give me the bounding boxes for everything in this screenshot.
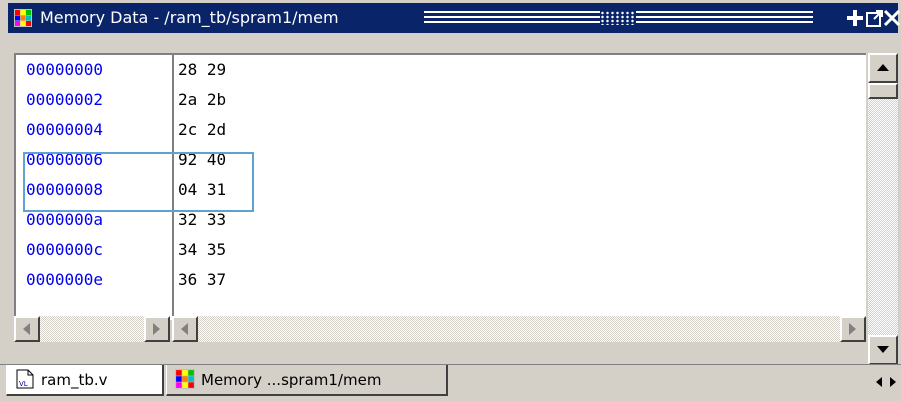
arrow-right-icon [153, 323, 160, 335]
value-column: 28 29 2a 2b 2c 2d 92 40 04 31 32 33 34 35 36 37 [174, 55, 866, 320]
tab-ram-tb[interactable]: VL ram_tb.v [6, 365, 164, 396]
memory-grid-icon [14, 9, 32, 27]
memory-data-window: Memory Data - /ram_tb/spram1/mem 0000000… [0, 0, 901, 401]
memory-value[interactable]: 04 31 [174, 175, 866, 205]
scroll-down-button[interactable] [868, 335, 898, 365]
scroll-up-button[interactable] [868, 53, 898, 83]
arrow-down-icon [877, 346, 889, 353]
arrow-right-icon [849, 323, 856, 335]
tab-scroll-right-button[interactable] [886, 371, 900, 393]
memory-grid-icon [175, 369, 195, 389]
memory-value[interactable]: 36 37 [174, 265, 866, 295]
arrow-right-icon [890, 377, 896, 387]
memory-value[interactable]: 2c 2d [174, 115, 866, 145]
values-horizontal-scrollbar[interactable] [172, 316, 866, 342]
memory-address: 0000000c [26, 240, 104, 259]
arrow-left-icon [876, 377, 882, 387]
verilog-file-icon: VL [15, 369, 35, 389]
tab-label: ram_tb.v [41, 371, 108, 389]
memory-value[interactable]: 92 40 [174, 145, 866, 175]
memory-value[interactable]: 32 33 [174, 205, 866, 235]
address-horizontal-scrollbar[interactable] [14, 316, 170, 342]
arrow-up-icon [877, 64, 889, 71]
memory-address: 00000004 [26, 120, 104, 139]
scroll-left-button[interactable] [14, 316, 40, 342]
memory-value[interactable]: 28 29 [174, 55, 866, 85]
tab-label: Memory ...spram1/mem [201, 371, 382, 389]
memory-value[interactable]: 34 35 [174, 235, 866, 265]
memory-address: 0000000e [26, 270, 104, 289]
title-grip [424, 11, 600, 25]
tab-bar: VL ram_tb.v Memory ...spram1/mem [0, 364, 901, 401]
vertical-scroll-thumb[interactable] [868, 83, 898, 99]
title-grip [636, 11, 813, 25]
horizontal-scrollbars [14, 316, 866, 342]
arrow-left-icon [23, 323, 30, 335]
window-title: Memory Data - /ram_tb/spram1/mem [40, 8, 339, 27]
memory-address: 00000002 [26, 90, 104, 109]
memory-value[interactable]: 2a 2b [174, 85, 866, 115]
title-bar[interactable]: Memory Data - /ram_tb/spram1/mem [8, 3, 901, 33]
title-grip-handle [600, 11, 636, 25]
arrow-left-icon [181, 323, 188, 335]
tab-scroll-left-button[interactable] [872, 371, 886, 393]
svg-text:VL: VL [19, 380, 28, 388]
tab-memory-data[interactable]: Memory ...spram1/mem [166, 365, 448, 396]
scroll-left-button[interactable] [172, 316, 198, 342]
scroll-right-button[interactable] [840, 316, 866, 342]
close-icon[interactable] [882, 8, 901, 28]
selection-highlight [23, 152, 254, 212]
memory-address: 00000000 [26, 60, 104, 79]
vertical-scrollbar[interactable] [868, 53, 898, 365]
scroll-right-button[interactable] [144, 316, 170, 342]
add-pane-icon[interactable] [845, 8, 865, 28]
